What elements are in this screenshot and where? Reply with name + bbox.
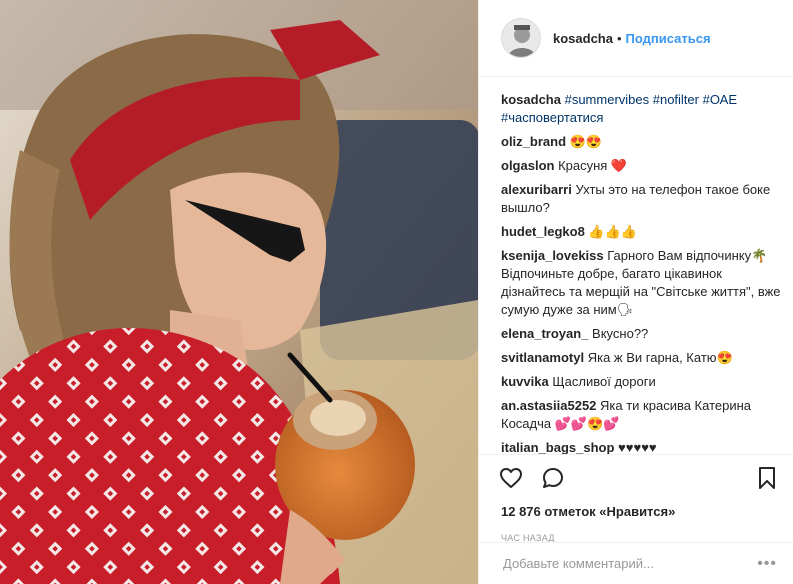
comment-item: hudet_legko8 👍👍👍 [501, 223, 783, 241]
comment-text: 👍👍👍 [584, 224, 637, 239]
username-link[interactable]: kosadcha [553, 31, 613, 46]
caption-username[interactable]: kosadcha [501, 92, 561, 107]
comment-text: 😍😍 [566, 134, 603, 149]
post-modal: kosadcha • Подписаться kosadcha #summerv… [0, 0, 793, 584]
comment-item: olgaslon Красуня ❤️ [501, 157, 783, 175]
comment-username[interactable]: olgaslon [501, 158, 554, 173]
comment-text: ♥♥♥♥♥ [614, 440, 657, 454]
caption: kosadcha #summervibes #nofilter #ОАЕ #ча… [501, 91, 783, 127]
comment-username[interactable]: an.astasiia5252 [501, 398, 596, 413]
avatar[interactable] [501, 18, 541, 58]
bookmark-icon[interactable] [755, 466, 779, 490]
comment-text: Вкусно?? [588, 326, 649, 341]
comments-list: kosadcha #summervibes #nofilter #ОАЕ #ча… [479, 77, 793, 454]
comment-item: ksenija_lovekiss Гарного Вам відпочинку🌴… [501, 247, 783, 319]
comment-text: Красуня ❤️ [554, 158, 628, 173]
comment-username[interactable]: hudet_legko8 [501, 224, 585, 239]
add-comment-bar: ••• [479, 542, 793, 584]
separator-dot: • [616, 30, 622, 46]
heart-icon[interactable] [499, 466, 523, 490]
comment-username[interactable]: svitlanamotyl [501, 350, 584, 365]
comment-item: elena_troyan_ Вкусно?? [501, 325, 783, 343]
comment-item: italian_bags_shop ♥♥♥♥♥ [501, 439, 783, 454]
follow-button[interactable]: Подписаться [626, 31, 711, 46]
comment-input[interactable] [501, 555, 758, 572]
comment-username[interactable]: kuvvika [501, 374, 549, 389]
likes-count[interactable]: 12 876 отметок «Нравится» [479, 501, 793, 525]
comment-username[interactable]: ksenija_lovekiss [501, 248, 604, 263]
comment-item: oliz_brand 😍😍 [501, 133, 783, 151]
comment-username[interactable]: elena_troyan_ [501, 326, 588, 341]
comment-item: kuvvika Щасливої дороги [501, 373, 783, 391]
post-sidebar: kosadcha • Подписаться kosadcha #summerv… [478, 0, 793, 584]
comment-username[interactable]: alexuribarri [501, 182, 572, 197]
comment-text: Щасливої дороги [548, 374, 656, 389]
avatar-image [502, 19, 540, 57]
comment-item: svitlanamotyl Яка ж Ви гарна, Катю😍 [501, 349, 783, 367]
comment-username[interactable]: italian_bags_shop [501, 440, 614, 454]
comment-username[interactable]: oliz_brand [501, 134, 566, 149]
photo-illustration [0, 0, 478, 584]
comment-text: Яка ж Ви гарна, Катю😍 [584, 350, 733, 365]
more-options-button[interactable]: ••• [757, 555, 777, 573]
post-header: kosadcha • Подписаться [479, 0, 793, 77]
action-bar [479, 454, 793, 501]
post-photo[interactable] [0, 0, 478, 584]
comment-icon[interactable] [541, 466, 565, 490]
comment-item: alexuribarri Ухты это на телефон такое б… [501, 181, 783, 217]
comment-item: an.astasiia5252 Яка ти красива Катерина … [501, 397, 783, 433]
